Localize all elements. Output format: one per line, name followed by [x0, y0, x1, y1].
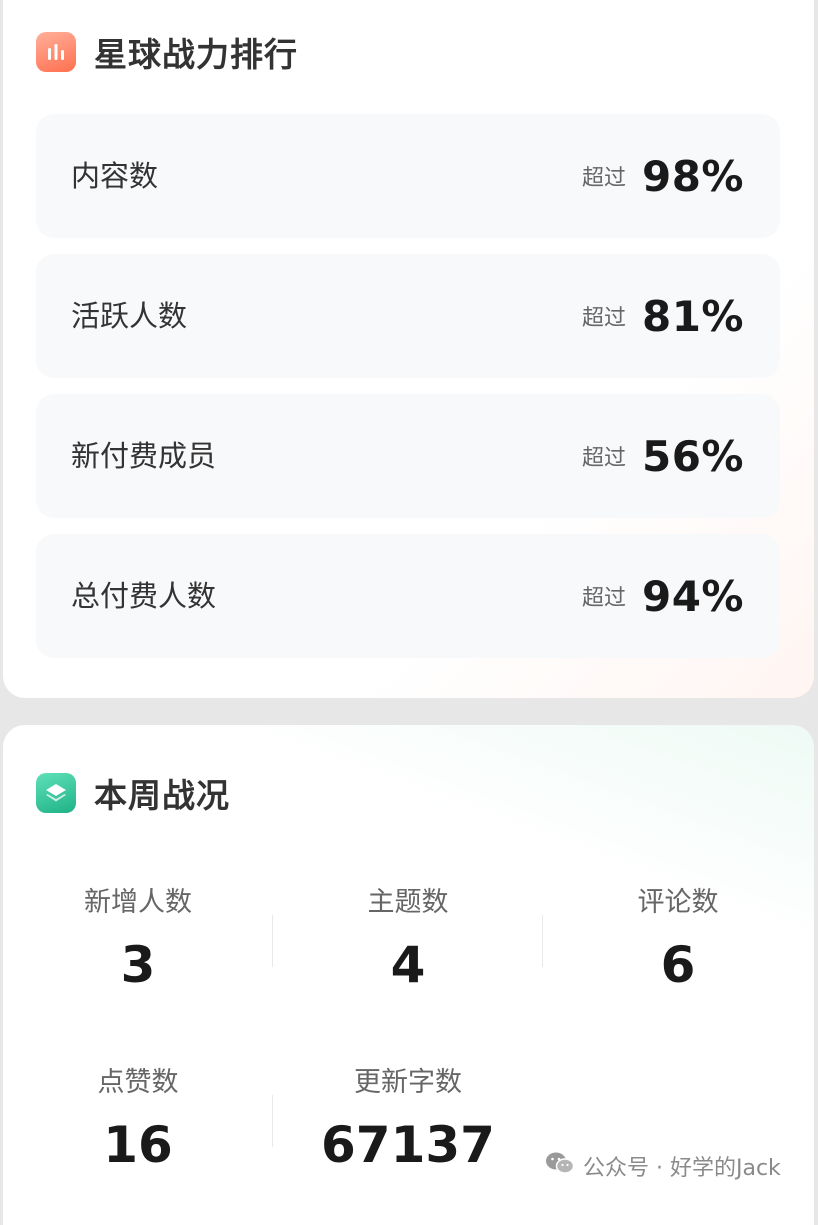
rank-prefix: 超过 — [581, 446, 626, 471]
rank-value: 98% — [641, 151, 744, 201]
stat-likes[interactable]: 点赞数 16 — [3, 1065, 273, 1177]
stat-label: 点赞数 — [97, 1067, 179, 1098]
stat-label: 更新字数 — [354, 1067, 462, 1098]
rank-prefix: 超过 — [581, 306, 626, 331]
rank-row-content[interactable]: 内容数 超过 98% — [36, 114, 780, 238]
rank-value: 81% — [641, 291, 744, 341]
stat-value: 6 — [660, 936, 696, 994]
rank-row-active-members[interactable]: 活跃人数 超过 81% — [36, 254, 780, 378]
rank-label: 新付费成员 — [71, 439, 217, 473]
stat-label: 评论数 — [637, 887, 719, 918]
weekly-title: 本周战况 — [94, 776, 230, 815]
wechat-icon — [545, 1151, 575, 1181]
layers-icon — [36, 773, 76, 813]
ranking-title: 星球战力排行 — [94, 35, 298, 74]
rank-label: 活跃人数 — [71, 299, 188, 333]
stat-value: 67137 — [321, 1116, 495, 1174]
weekly-header: 本周战况 — [36, 769, 230, 817]
watermark: 公众号 · 好学的Jack — [545, 1150, 781, 1182]
rank-row-total-paid[interactable]: 总付费人数 超过 94% — [36, 534, 780, 658]
stat-topics[interactable]: 主题数 4 — [273, 885, 543, 997]
stat-label: 主题数 — [367, 887, 449, 918]
stat-new-members[interactable]: 新增人数 3 — [3, 885, 273, 997]
stat-words-updated[interactable]: 更新字数 67137 — [273, 1065, 543, 1177]
rank-prefix: 超过 — [581, 166, 626, 191]
stat-value: 16 — [103, 1116, 173, 1174]
rank-label: 总付费人数 — [71, 579, 217, 613]
stat-comments[interactable]: 评论数 6 — [543, 885, 813, 997]
rank-value: 94% — [641, 571, 744, 621]
ranking-card: 星球战力排行 内容数 超过 98% 活跃人数 超过 81% 新付费成员 超过 5… — [3, 0, 814, 698]
watermark-text: 公众号 · 好学的Jack — [583, 1156, 781, 1181]
rank-prefix: 超过 — [581, 586, 626, 611]
ranking-header: 星球战力排行 — [36, 28, 298, 76]
stat-label: 新增人数 — [84, 887, 192, 918]
stat-value: 4 — [390, 936, 426, 994]
stat-value: 3 — [120, 936, 156, 994]
rank-row-new-paid-members[interactable]: 新付费成员 超过 56% — [36, 394, 780, 518]
rank-value: 56% — [641, 431, 744, 481]
rank-label: 内容数 — [71, 159, 159, 193]
bar-chart-icon — [36, 32, 76, 72]
